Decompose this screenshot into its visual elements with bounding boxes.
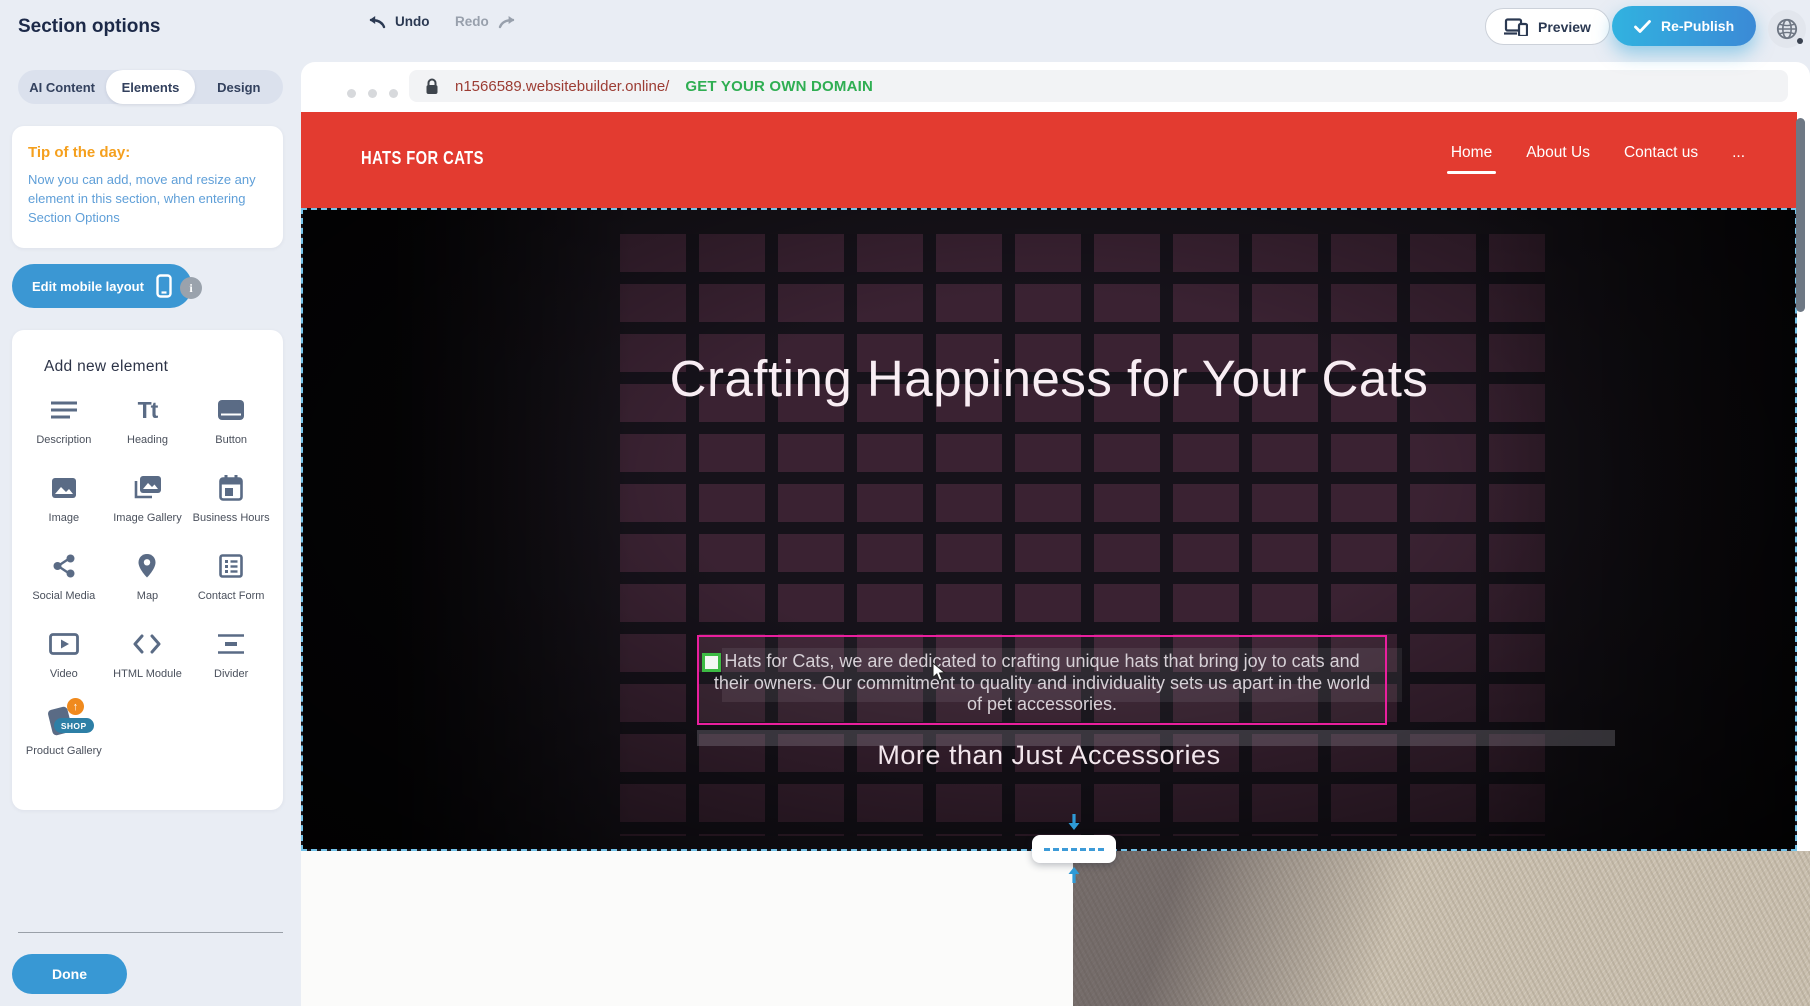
selected-paragraph-element[interactable]: Hats for Cats, we are dedicated to craft… — [697, 635, 1387, 725]
hero-heading[interactable]: Crafting Happiness for Your Cats — [453, 338, 1645, 419]
resize-dashes — [1044, 848, 1104, 851]
element-button[interactable]: Button — [189, 394, 273, 448]
text-shadow-band — [697, 730, 1615, 746]
add-new-element-title: Add new element — [44, 358, 168, 376]
hero-section-selected[interactable]: Crafting Happiness for Your Cats More th… — [301, 208, 1797, 851]
devices-icon — [1504, 18, 1528, 36]
button-icon — [217, 394, 245, 426]
redo-icon — [497, 14, 516, 29]
tip-title: Tip of the day: — [28, 144, 267, 161]
upgrade-badge-icon: ↑ — [67, 698, 84, 715]
canvas-scrollbar[interactable] — [1796, 118, 1805, 312]
website-builder-app: Section options AI Content Elements Desi… — [0, 0, 1810, 1006]
republish-button[interactable]: Re-Publish — [1612, 6, 1756, 46]
edit-mobile-layout-button[interactable]: Edit mobile layout — [12, 264, 192, 308]
shop-badge: SHOP — [54, 718, 94, 733]
browser-address-bar: n1566589.websitebuilder.online/ GET YOUR… — [409, 70, 1788, 102]
check-icon — [1634, 20, 1651, 33]
product-gallery-icon: ↑ SHOP — [42, 705, 86, 737]
element-grid: Description Tt Heading Button Ima — [22, 394, 273, 759]
done-button[interactable]: Done — [12, 954, 127, 994]
redo-button[interactable]: Redo — [455, 14, 516, 29]
social-media-icon — [52, 550, 76, 582]
element-image-gallery[interactable]: Image Gallery — [106, 472, 190, 526]
site-preview-frame: n1566589.websitebuilder.online/ GET YOUR… — [301, 62, 1810, 1006]
site-logo[interactable]: HATS FOR CATS — [361, 148, 484, 169]
resize-arrow-down-icon — [1066, 814, 1082, 832]
element-image[interactable]: Image — [22, 472, 106, 526]
edit-mobile-layout-label: Edit mobile layout — [32, 279, 144, 294]
divider-icon — [217, 628, 245, 660]
globe-icon — [1776, 18, 1798, 40]
html-module-icon — [133, 628, 161, 660]
section-options-panel: Section options AI Content Elements Desi… — [0, 0, 301, 1006]
info-icon[interactable]: i — [180, 277, 202, 299]
element-heading[interactable]: Tt Heading — [106, 394, 190, 448]
element-contact-form[interactable]: Contact Form — [189, 550, 273, 604]
tip-body: Now you can add, move and resize any ele… — [28, 171, 267, 228]
site-url[interactable]: n1566589.websitebuilder.online/ — [455, 78, 669, 95]
nav-home[interactable]: Home — [1451, 144, 1492, 174]
element-description[interactable]: Description — [22, 394, 106, 448]
map-icon — [137, 550, 157, 582]
phone-icon — [156, 274, 172, 298]
business-hours-icon — [219, 472, 243, 504]
hero-paragraph[interactable]: Hats for Cats, we are dedicated to craft… — [713, 651, 1371, 716]
nav-contact-us[interactable]: Contact us — [1624, 144, 1698, 174]
tab-design[interactable]: Design — [195, 70, 283, 104]
add-new-element-card: Add new element Description Tt Heading — [12, 330, 283, 810]
nav-about-us[interactable]: About Us — [1526, 144, 1590, 174]
element-divider[interactable]: Divider — [189, 628, 273, 682]
site-header: HATS FOR CATS Home About Us Contact us .… — [301, 112, 1797, 208]
tab-elements[interactable]: Elements — [106, 70, 194, 104]
element-map[interactable]: Map — [106, 550, 190, 604]
tip-of-the-day-card: Tip of the day: Now you can add, move an… — [12, 126, 283, 248]
nav-more[interactable]: ... — [1732, 144, 1745, 174]
browser-traffic-dots — [347, 89, 398, 98]
video-icon — [49, 628, 79, 660]
site-nav: Home About Us Contact us ... — [1451, 144, 1745, 174]
panel-tabs: AI Content Elements Design — [18, 70, 283, 104]
element-video[interactable]: Video — [22, 628, 106, 682]
image-gallery-icon — [132, 472, 162, 504]
globe-status-dot — [1797, 38, 1803, 44]
undo-button[interactable]: Undo — [368, 14, 430, 29]
preview-button[interactable]: Preview — [1485, 8, 1610, 45]
next-section[interactable] — [301, 851, 1810, 1006]
section-resize-handle[interactable] — [1032, 835, 1116, 863]
sidebar-divider — [18, 932, 283, 933]
element-product-gallery[interactable]: ↑ SHOP Product Gallery — [22, 705, 106, 759]
panel-title: Section options — [18, 16, 161, 38]
language-globe-button[interactable] — [1768, 10, 1806, 48]
image-icon — [51, 472, 77, 504]
get-domain-link[interactable]: GET YOUR OWN DOMAIN — [685, 78, 873, 95]
contact-form-icon — [219, 550, 243, 582]
undo-icon — [368, 14, 387, 29]
element-business-hours[interactable]: Business Hours — [189, 472, 273, 526]
resize-arrow-up-icon — [1066, 865, 1082, 883]
lock-icon — [425, 78, 439, 95]
element-html-module[interactable]: HTML Module — [106, 628, 190, 682]
tab-ai-content[interactable]: AI Content — [18, 70, 106, 104]
pavement-image — [1073, 851, 1810, 1006]
heading-icon: Tt — [138, 394, 158, 426]
element-social-media[interactable]: Social Media — [22, 550, 106, 604]
description-icon — [50, 394, 78, 426]
mouse-cursor — [932, 662, 947, 682]
